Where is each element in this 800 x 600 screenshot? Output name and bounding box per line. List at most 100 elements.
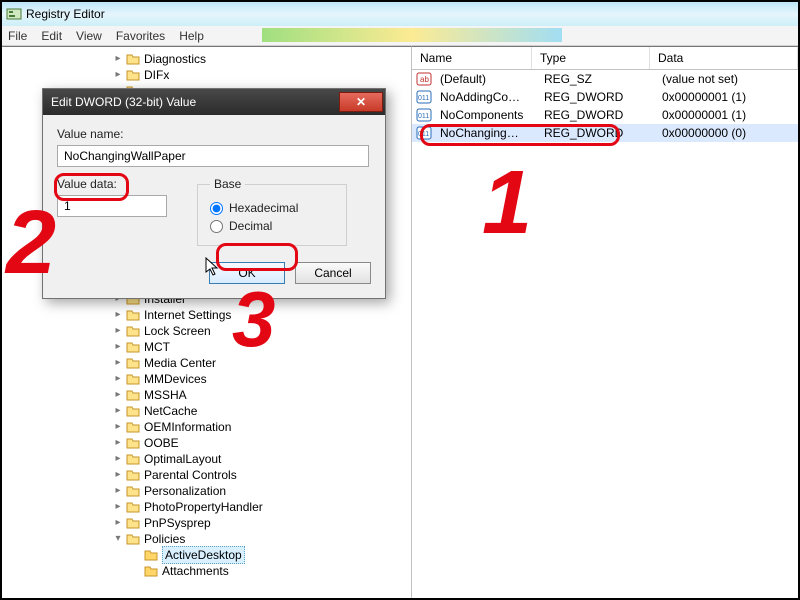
expand-toggle-icon[interactable]: ▸ <box>112 323 124 339</box>
col-header-name[interactable]: Name <box>412 47 532 69</box>
value-type: REG_DWORD <box>536 89 654 105</box>
menu-favorites[interactable]: Favorites <box>116 29 165 43</box>
tree-item[interactable]: ▸ Media Center <box>112 355 411 371</box>
tree-item[interactable]: ▸ Diagnostics <box>112 51 411 67</box>
value-type: REG_SZ <box>536 71 654 87</box>
tree-item[interactable]: ▸ NetCache <box>112 403 411 419</box>
dialog-title: Edit DWORD (32-bit) Value <box>51 95 196 109</box>
tree-item-label: Personalization <box>144 483 226 499</box>
expand-toggle-icon[interactable]: ▸ <box>112 515 124 531</box>
values-pane: Name Type Data ab (Default) REG_SZ (valu… <box>412 46 798 598</box>
value-data-label: Value data: <box>57 177 167 191</box>
folder-icon <box>126 501 140 513</box>
svg-text:011: 011 <box>418 131 429 138</box>
menu-help[interactable]: Help <box>179 29 204 43</box>
tree-item[interactable]: ▸ OOBE <box>112 435 411 451</box>
folder-icon <box>126 373 140 385</box>
folder-icon <box>144 549 158 561</box>
tree-item[interactable]: ▸ Internet Settings <box>112 307 411 323</box>
expand-toggle-icon[interactable]: ▸ <box>112 307 124 323</box>
tree-item-label: OOBE <box>144 435 179 451</box>
folder-icon <box>126 517 140 529</box>
tree-item-label: PhotoPropertyHandler <box>144 499 263 515</box>
menu-edit[interactable]: Edit <box>41 29 62 43</box>
cancel-button[interactable]: Cancel <box>295 262 371 284</box>
col-header-data[interactable]: Data <box>650 47 798 69</box>
tree-item[interactable]: ▸ Lock Screen <box>112 323 411 339</box>
value-row[interactable]: 011 NoAddingCom... REG_DWORD 0x00000001 … <box>412 88 798 106</box>
expand-toggle-icon[interactable]: ▸ <box>112 51 124 67</box>
tree-item-label: ActiveDesktop <box>162 546 245 564</box>
tree-item[interactable]: ▸ MSSHA <box>112 387 411 403</box>
tree-item-label: MMDevices <box>144 371 207 387</box>
expand-toggle-icon[interactable]: ▸ <box>112 499 124 515</box>
value-row[interactable]: 011 NoChangingWa... REG_DWORD 0x00000000… <box>412 124 798 142</box>
tree-item-label: Lock Screen <box>144 323 211 339</box>
tree-item[interactable]: ▸ MCT <box>112 339 411 355</box>
tree-item-label: Media Center <box>144 355 216 371</box>
value-type-icon: 011 <box>416 90 432 104</box>
value-row[interactable]: ab (Default) REG_SZ (value not set) <box>412 70 798 88</box>
radio-hexadecimal[interactable] <box>210 202 223 215</box>
folder-icon <box>126 325 140 337</box>
menu-view[interactable]: View <box>76 29 102 43</box>
col-header-type[interactable]: Type <box>532 47 650 69</box>
value-data: 0x00000001 (1) <box>654 89 798 105</box>
value-type-icon: 011 <box>416 108 432 122</box>
tree-item-label: NetCache <box>144 403 197 419</box>
svg-text:ab: ab <box>420 75 429 84</box>
value-row[interactable]: 011 NoComponents REG_DWORD 0x00000001 (1… <box>412 106 798 124</box>
value-name: (Default) <box>432 71 536 87</box>
tree-item-label: MCT <box>144 339 170 355</box>
value-name: NoChangingWa... <box>432 125 536 141</box>
value-data-field[interactable] <box>57 195 167 217</box>
tree-item[interactable]: ▸ OptimalLayout <box>112 451 411 467</box>
wallpaper-peek <box>262 28 562 42</box>
expand-toggle-icon[interactable]: ▸ <box>112 403 124 419</box>
menu-file[interactable]: File <box>8 29 27 43</box>
value-name-label: Value name: <box>57 127 371 141</box>
folder-icon <box>126 437 140 449</box>
tree-item[interactable]: ▸ Personalization <box>112 483 411 499</box>
expand-toggle-icon[interactable]: ▸ <box>112 483 124 499</box>
tree-item[interactable]: ▸ PnPSysprep <box>112 515 411 531</box>
tree-item[interactable]: Attachments <box>112 563 411 579</box>
expand-toggle-icon[interactable]: ▸ <box>112 467 124 483</box>
expand-toggle-icon[interactable]: ▸ <box>112 339 124 355</box>
folder-icon <box>126 53 140 65</box>
expand-toggle-icon[interactable]: ▸ <box>112 435 124 451</box>
expand-toggle-icon[interactable]: ▸ <box>112 387 124 403</box>
tree-item[interactable]: ▸ OEMInformation <box>112 419 411 435</box>
expand-toggle-icon[interactable]: ▾ <box>112 531 124 547</box>
dialog-close-button[interactable]: ✕ <box>339 92 383 112</box>
expand-toggle-icon[interactable]: ▸ <box>112 371 124 387</box>
expand-toggle-icon[interactable]: ▸ <box>112 419 124 435</box>
value-data: (value not set) <box>654 71 798 87</box>
tree-item[interactable]: ActiveDesktop <box>112 547 411 563</box>
expand-toggle-icon[interactable]: ▸ <box>112 67 124 83</box>
tree-item[interactable]: ▸ Parental Controls <box>112 467 411 483</box>
tree-item-label: DIFx <box>144 67 169 83</box>
tree-item-label: OptimalLayout <box>144 451 221 467</box>
folder-icon <box>126 421 140 433</box>
value-name-field[interactable] <box>57 145 369 167</box>
tree-item[interactable]: ▸ MMDevices <box>112 371 411 387</box>
folder-icon <box>126 357 140 369</box>
tree-item[interactable]: ▸ DIFx <box>112 67 411 83</box>
expand-toggle-icon[interactable]: ▸ <box>112 355 124 371</box>
dialog-titlebar[interactable]: Edit DWORD (32-bit) Value ✕ <box>43 89 385 115</box>
ok-button[interactable]: OK <box>209 262 285 284</box>
tree-item-label: Diagnostics <box>144 51 206 67</box>
expand-toggle-icon[interactable]: ▸ <box>112 451 124 467</box>
values-header: Name Type Data <box>412 47 798 70</box>
folder-icon <box>126 405 140 417</box>
radio-decimal[interactable] <box>210 220 223 233</box>
tree-item[interactable]: ▾ Policies <box>112 531 411 547</box>
tree-item-label: Policies <box>144 531 185 547</box>
app-icon <box>6 6 22 22</box>
tree-item-label: MSSHA <box>144 387 187 403</box>
tree-item-label: Attachments <box>162 563 229 579</box>
value-name: NoAddingCom... <box>432 89 536 105</box>
tree-item-label: Internet Settings <box>144 307 231 323</box>
tree-item[interactable]: ▸ PhotoPropertyHandler <box>112 499 411 515</box>
